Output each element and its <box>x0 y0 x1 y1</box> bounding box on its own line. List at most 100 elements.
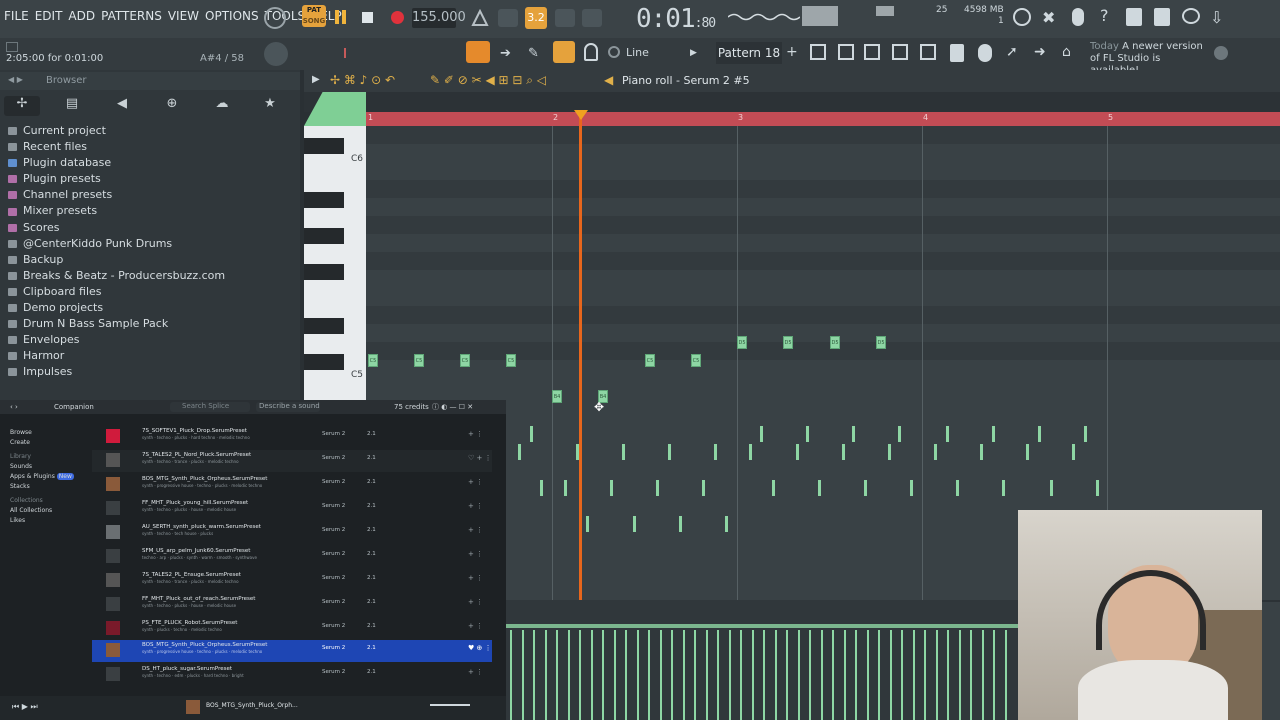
preset-row[interactable]: FF_MHT_Pluck_young_hill.SerumPreset synth… <box>92 498 492 520</box>
velocity-bar[interactable] <box>763 630 765 720</box>
velocity-bar[interactable] <box>579 630 581 720</box>
preset-row[interactable]: BOS_MTG_Synth_Pluck_Orpheus.SerumPreset s… <box>92 474 492 496</box>
magnet-icon[interactable] <box>608 46 620 58</box>
note[interactable]: D5 <box>876 336 886 349</box>
row-actions-icon[interactable]: + ⋮ <box>468 478 483 486</box>
note[interactable] <box>806 426 809 442</box>
black-key[interactable] <box>304 192 344 208</box>
player-controls-icon[interactable]: ⏮ ▶ ⏭ <box>12 702 38 712</box>
cpu-knob-icon[interactable] <box>264 7 286 29</box>
note[interactable] <box>934 444 937 460</box>
note[interactable] <box>1026 444 1029 460</box>
shop-cart-icon[interactable]: ⌂ <box>1062 44 1071 60</box>
ghost-channel-tab[interactable] <box>304 92 366 126</box>
side-all-collections[interactable]: All Collections <box>0 506 88 516</box>
note[interactable]: C5 <box>368 354 378 367</box>
browser-nav-icons[interactable]: ◀ ▶ <box>8 75 23 84</box>
preset-row-selected[interactable]: BOS_MTG_Synth_Pluck_Orpheus.SerumPreset s… <box>92 640 492 662</box>
note[interactable] <box>992 426 995 442</box>
row-actions-icon[interactable]: + ⋮ <box>468 550 483 558</box>
browser-item[interactable]: Plugin database <box>8 155 225 171</box>
preset-row[interactable]: 7S_TALES2_PL_Nord_Pluck.SerumPreset synth… <box>92 450 492 472</box>
stamp-icon[interactable] <box>584 43 598 61</box>
note[interactable] <box>1072 444 1075 460</box>
browser-item[interactable]: Mixer presets <box>8 203 225 219</box>
velocity-bar[interactable] <box>510 630 512 720</box>
velocity-bar[interactable] <box>659 630 662 720</box>
comp-nav-icons[interactable]: ‹ › <box>10 403 18 411</box>
velocity-bar[interactable] <box>924 630 926 720</box>
note[interactable] <box>540 480 543 496</box>
row-actions-icon[interactable]: ♥ ⊕ ⋮ <box>468 644 492 652</box>
piano-roll-window-icon[interactable] <box>838 44 854 60</box>
preset-row[interactable]: PS_FTE_PLUCK_Robot.SerumPreset synth · pl… <box>92 618 492 640</box>
velocity-bar[interactable] <box>809 630 811 720</box>
side-browse[interactable]: Browse <box>0 428 88 438</box>
velocity-bar[interactable] <box>797 630 800 720</box>
note[interactable]: C5 <box>645 354 655 367</box>
preset-row[interactable]: 7S_SOFTEV1_Pluck_Drop.SerumPreset synth ·… <box>92 426 492 448</box>
black-key[interactable] <box>304 318 344 334</box>
link-icon[interactable] <box>553 41 575 63</box>
velocity-bar[interactable] <box>981 630 984 720</box>
velocity-bar[interactable] <box>1004 630 1007 720</box>
note[interactable] <box>796 444 799 460</box>
note[interactable] <box>980 444 983 460</box>
note[interactable] <box>772 480 775 496</box>
search-input[interactable]: Search Splice <box>170 402 250 412</box>
note[interactable]: D5 <box>830 336 840 349</box>
note[interactable] <box>1038 426 1041 442</box>
master-pitch-knob-icon[interactable] <box>264 42 288 66</box>
step-button[interactable]: 3.2 <box>525 7 547 29</box>
pattern-arrow-icon[interactable]: ▶ <box>690 48 697 58</box>
velocity-bar[interactable] <box>533 630 535 720</box>
note[interactable] <box>852 426 855 442</box>
note[interactable] <box>518 444 521 460</box>
note[interactable] <box>622 444 625 460</box>
browser-item[interactable]: Backup <box>8 252 225 268</box>
velocity-bar[interactable] <box>694 630 696 720</box>
preset-row[interactable]: DS_HT_pluck_sugar.SerumPreset synth · tec… <box>92 664 492 686</box>
row-actions-icon[interactable]: + ⋮ <box>468 502 483 510</box>
browser-item[interactable]: Clipboard files <box>8 284 225 300</box>
piano-keyboard[interactable]: C6 C5 <box>304 126 366 400</box>
side-stacks[interactable]: Stacks <box>0 482 88 492</box>
note[interactable]: C5 <box>414 354 424 367</box>
note[interactable] <box>633 516 636 532</box>
add-pattern-icon[interactable]: + <box>786 44 798 60</box>
preset-row[interactable]: SFM_US_arp_pelm_Junk60.SerumPreset techno… <box>92 546 492 568</box>
row-actions-icon[interactable]: + ⋮ <box>468 574 483 582</box>
velocity-bar[interactable] <box>740 630 742 720</box>
menu-add[interactable]: ADD <box>68 9 95 23</box>
note[interactable] <box>530 426 533 442</box>
tab-all-icon[interactable]: ✢ <box>4 96 40 116</box>
help-question-icon[interactable]: ? <box>1100 6 1109 25</box>
row-actions-icon[interactable]: + ⋮ <box>468 668 483 676</box>
note[interactable] <box>668 444 671 460</box>
velocity-bar[interactable] <box>993 630 995 720</box>
channel-rack-icon[interactable] <box>864 44 880 60</box>
velocity-bar[interactable] <box>878 630 880 720</box>
menu-edit[interactable]: EDIT <box>35 9 63 23</box>
tab-speaker-icon[interactable]: ◀ <box>104 96 140 116</box>
preset-row[interactable]: AU_SERTH_synth_pluck_warm.SerumPreset syn… <box>92 522 492 544</box>
note[interactable] <box>1002 480 1005 496</box>
note[interactable] <box>842 444 845 460</box>
velocity-bar[interactable] <box>889 630 892 720</box>
window-control-icons[interactable]: ⓘ ◐ — ☐ ✕ <box>432 402 473 412</box>
snap-mode[interactable]: Line <box>626 46 649 59</box>
playlist-icon[interactable] <box>466 41 490 63</box>
black-key[interactable] <box>304 354 344 370</box>
velocity-bar[interactable] <box>705 630 708 720</box>
velocity-bar[interactable] <box>590 630 593 720</box>
microphone-icon[interactable] <box>1072 8 1084 26</box>
metronome-icon[interactable] <box>470 8 490 27</box>
note[interactable] <box>888 444 891 460</box>
browser-item[interactable]: Breaks & Beatz - Producersbuzz.com <box>8 268 225 284</box>
download-icon[interactable]: ⇩ <box>1210 8 1223 27</box>
time-ruler[interactable]: 1 2 3 4 5 <box>366 112 1280 126</box>
browser-item[interactable]: @CenterKiddo Punk Drums <box>8 236 225 252</box>
velocity-bar[interactable] <box>602 630 604 720</box>
note[interactable] <box>898 426 901 442</box>
tab-files-icon[interactable]: ▤ <box>54 96 90 116</box>
